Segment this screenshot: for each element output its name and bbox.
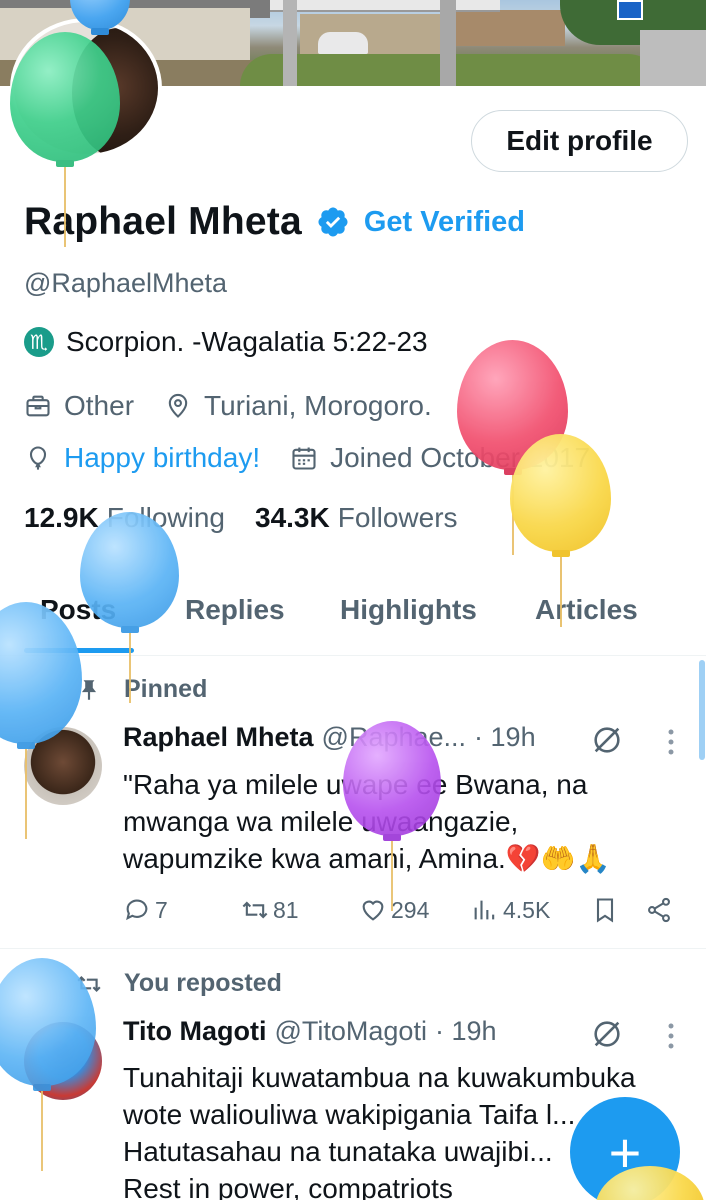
grok-icon[interactable] xyxy=(590,1017,624,1051)
tab-highlights[interactable]: Highlights xyxy=(340,594,477,626)
followers-label: Followers xyxy=(337,502,458,533)
tweet-author-name[interactable]: Raphael Mheta xyxy=(123,722,314,753)
tweet-time[interactable]: · 19h xyxy=(435,1016,497,1047)
repost-context: You reposted xyxy=(76,969,282,998)
tab-articles[interactable]: Articles xyxy=(535,594,638,626)
banner-road xyxy=(640,30,706,86)
more-options-icon[interactable] xyxy=(666,1021,676,1051)
profile-location: Turiani, Morogoro. xyxy=(204,390,432,421)
bio-text: Scorpion. -Wagalatia 5:22-23 xyxy=(66,326,428,357)
views-chart-icon xyxy=(474,900,495,920)
profile-meta-row: Other Turiani, Morogoro. xyxy=(24,390,432,422)
pinned-context: Pinned xyxy=(76,675,207,704)
reply-icon xyxy=(126,899,148,921)
bookmark-icon xyxy=(596,898,614,923)
tweet-author-handle[interactable]: @TitoMagoti xyxy=(274,1016,426,1047)
repost-button[interactable]: 81 xyxy=(241,896,299,924)
banner-post xyxy=(440,0,456,86)
banner-building xyxy=(455,10,565,46)
repost-context-label: You reposted xyxy=(124,969,282,997)
heart-icon xyxy=(362,900,384,921)
reply-count: 7 xyxy=(155,896,168,923)
tweet-time[interactable]: · 19h xyxy=(474,722,536,753)
share-button[interactable] xyxy=(645,896,677,924)
like-button[interactable]: 294 xyxy=(359,896,429,924)
reply-button[interactable]: 7 xyxy=(123,896,168,924)
birthday-link[interactable]: Happy birthday! xyxy=(64,442,260,474)
balloon-icon xyxy=(80,512,179,703)
tweet-header: Raphael Mheta @Raphae... · 19h xyxy=(123,722,536,753)
profile-name-row: Raphael Mheta Get Verified xyxy=(24,196,525,248)
verified-badge-icon[interactable] xyxy=(316,205,350,239)
repost-count: 81 xyxy=(273,896,299,923)
views-button[interactable]: 4.5K xyxy=(471,896,550,924)
grok-icon[interactable] xyxy=(590,723,624,757)
followers-count: 34.3K xyxy=(255,502,330,533)
balloon-icon xyxy=(510,434,611,627)
balloon-icon xyxy=(29,446,47,470)
briefcase-icon xyxy=(26,395,50,417)
profile-category: Other xyxy=(64,390,135,421)
repost-icon xyxy=(242,901,268,919)
scrollbar[interactable] xyxy=(699,660,705,760)
tweet-divider xyxy=(0,948,706,949)
tab-replies[interactable]: Replies xyxy=(185,594,285,626)
share-icon xyxy=(648,897,670,923)
banner-road-sign xyxy=(617,0,643,20)
get-verified-link[interactable]: Get Verified xyxy=(364,206,525,239)
tweet-actions: 7 81 294 4.5K xyxy=(123,896,683,932)
tweet-text-line: wapumzike kwa amani, Amina.💔🤲🙏 xyxy=(123,843,611,874)
more-options-icon[interactable] xyxy=(666,727,676,757)
banner-tarp xyxy=(318,32,368,54)
tweet-header: Tito Magoti @TitoMagoti · 19h xyxy=(123,1016,497,1047)
like-count: 294 xyxy=(391,896,430,923)
location-pin-icon xyxy=(168,393,188,418)
tweet-author-name[interactable]: Tito Magoti xyxy=(123,1016,266,1047)
banner-signboard xyxy=(270,0,500,12)
pinned-label: Pinned xyxy=(124,675,208,703)
edit-profile-button[interactable]: Edit profile xyxy=(471,110,688,172)
profile-bio: ♏ Scorpion. -Wagalatia 5:22-23 xyxy=(24,326,428,358)
following-count: 12.9K xyxy=(24,502,99,533)
balloon-icon xyxy=(343,721,441,911)
calendar-icon xyxy=(292,447,316,470)
tweet-text-line: Tunahitaji kuwatambua na kuwakumbuka xyxy=(123,1062,636,1093)
followers-link[interactable]: 34.3K Followers xyxy=(255,502,458,534)
scorpio-zodiac-icon: ♏ xyxy=(24,327,54,357)
bookmark-button[interactable] xyxy=(591,896,623,924)
banner-post xyxy=(283,0,297,86)
profile-stats: 12.9K Following 34.3K Followers xyxy=(24,502,458,534)
views-count: 4.5K xyxy=(503,896,551,923)
balloon-icon xyxy=(10,32,120,247)
profile-handle: @RaphaelMheta xyxy=(24,268,228,298)
